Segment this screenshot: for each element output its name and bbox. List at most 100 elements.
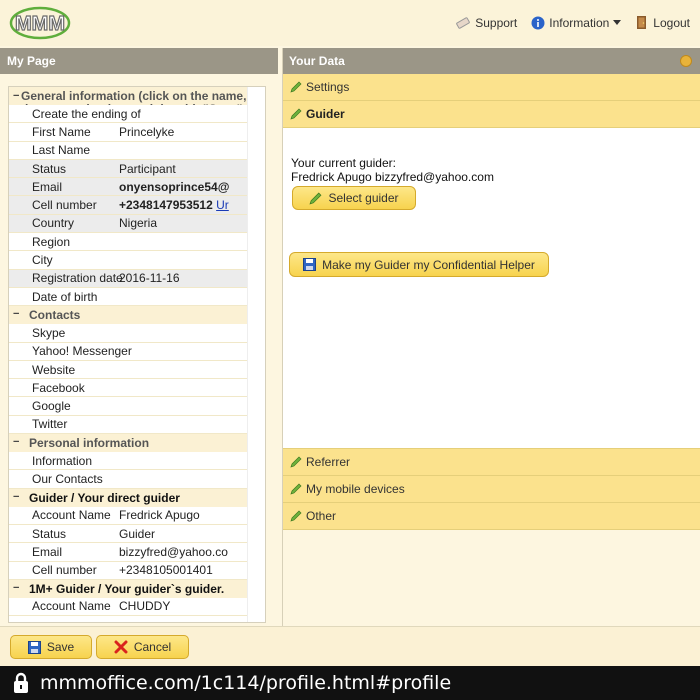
field-row[interactable]: Account Name CHUDDY	[9, 598, 249, 617]
pencil-icon	[290, 456, 302, 468]
field-label: Account Name	[32, 599, 111, 614]
close-icon	[114, 640, 128, 654]
my-page-title: My Page	[0, 48, 278, 74]
save-button[interactable]: Save	[10, 635, 92, 659]
top-nav: Support Information Logout	[455, 15, 690, 30]
field-row[interactable]: City	[9, 251, 249, 270]
collapse-icon[interactable]: −	[13, 582, 29, 594]
field-value[interactable]: Princelyke	[119, 125, 249, 139]
field-value-text: +2348105001401	[119, 563, 213, 578]
field-label: Email	[32, 179, 63, 194]
top-bar: MMM Support Information Logout	[0, 0, 700, 46]
field-label: Yahoo! Messenger	[32, 344, 132, 359]
field-row[interactable]: Information	[9, 452, 249, 471]
pencil-icon	[290, 108, 302, 120]
field-label: Account Name	[32, 508, 111, 523]
section-guider-guider[interactable]: − 1M+ Guider / Your guider`s guider.	[9, 579, 249, 598]
profile-list[interactable]: − General information (click on the name…	[8, 86, 266, 623]
accordion-mobile-devices[interactable]: My mobile devices	[283, 476, 700, 503]
field-value[interactable]: Fredrick Apugo	[119, 508, 249, 522]
field-label: Region	[32, 234, 71, 249]
field-row[interactable]: Last Name	[9, 142, 249, 160]
cancel-button[interactable]: Cancel	[96, 635, 189, 659]
field-row[interactable]: Our Contacts	[9, 470, 249, 489]
field-row[interactable]: Cell number +2348105001401	[9, 562, 249, 580]
collapse-icon[interactable]: −	[13, 308, 29, 320]
field-row[interactable]: Yahoo! Messenger	[9, 343, 249, 361]
field-label: Registration date	[32, 271, 123, 286]
field-row[interactable]: Region	[9, 233, 249, 252]
field-label: Status	[32, 526, 67, 541]
field-row[interactable]: Country Nigeria	[9, 214, 249, 234]
vertical-scrollbar[interactable]	[247, 87, 265, 622]
field-value-text: CHUDDY	[119, 599, 171, 614]
field-label: Facebook	[32, 380, 85, 395]
field-row[interactable]: Website	[9, 361, 249, 380]
section-contacts[interactable]: − Contacts	[9, 306, 249, 325]
field-row[interactable]: Create the ending of	[9, 105, 249, 124]
pencil-icon	[309, 192, 322, 205]
footer-bar: Save Cancel	[0, 626, 700, 666]
field-row[interactable]: Status Guider	[9, 525, 249, 544]
field-value[interactable]: 2016-11-16	[119, 271, 249, 285]
field-row[interactable]: Registration date 2016-11-16	[9, 269, 249, 288]
field-label: Cell number	[32, 198, 97, 213]
field-label: First Name	[32, 124, 91, 139]
field-row[interactable]: Google	[9, 397, 249, 416]
field-value[interactable]: +2348147953512 Ur	[119, 198, 249, 212]
accordion-settings[interactable]: Settings	[283, 74, 700, 101]
accordion-other[interactable]: Other	[283, 503, 700, 530]
collapse-icon[interactable]: −	[13, 90, 21, 103]
section-guider2-heading: 1M+ Guider / Your guider`s guider.	[29, 581, 225, 596]
field-label: Date of birth	[32, 289, 98, 304]
select-guider-button[interactable]: Select guider	[292, 186, 416, 210]
field-row[interactable]: First Name Princelyke	[9, 123, 249, 142]
nav-logout[interactable]: Logout	[635, 15, 690, 30]
info-icon	[531, 16, 545, 29]
current-guider-label: Your current guider:	[291, 156, 396, 170]
accordion-guider[interactable]: Guider	[283, 101, 700, 128]
field-value[interactable]: onyensoprince54@	[119, 180, 249, 194]
field-row[interactable]: Facebook	[9, 379, 249, 398]
collapse-icon[interactable]: −	[13, 491, 29, 503]
select-guider-label: Select guider	[328, 191, 399, 205]
collapse-icon[interactable]: −	[13, 436, 29, 448]
field-value-text: Guider	[119, 526, 156, 541]
field-row[interactable]: Email onyensoprince54@	[9, 178, 249, 197]
field-label: Create the ending of	[32, 106, 141, 121]
field-value[interactable]: bizzyfred@yahoo.co	[119, 545, 249, 559]
field-row[interactable]: Twitter	[9, 416, 249, 435]
nav-information[interactable]: Information	[531, 15, 622, 30]
field-label: Last Name	[32, 143, 91, 158]
field-label: City	[32, 253, 53, 268]
field-value[interactable]: Guider	[119, 527, 249, 541]
field-row[interactable]: Date of birth	[9, 288, 249, 307]
accordion-referrer[interactable]: Referrer	[283, 449, 700, 476]
section-general-information[interactable]: − General information (click on the name…	[9, 87, 249, 105]
section-guider[interactable]: − Guider / Your direct guider	[9, 488, 249, 507]
confidential-helper-button[interactable]: Make my Guider my Confidential Helper	[289, 252, 549, 277]
field-value[interactable]: CHUDDY	[119, 599, 249, 613]
field-value[interactable]: Nigeria	[119, 216, 249, 230]
field-row[interactable]: Status Participant	[9, 159, 249, 179]
save-label: Save	[46, 640, 75, 654]
field-row[interactable]: Account Name Fredrick Apugo	[9, 507, 249, 525]
field-row[interactable]: Email bizzyfred@yahoo.co	[9, 543, 249, 562]
field-row[interactable]: Cell number +2348147953512 Ur	[9, 196, 249, 215]
address-bar[interactable]: mmmoffice.com/1c114/profile.html#profile	[0, 666, 700, 700]
nav-information-label: Information	[549, 15, 610, 30]
field-value[interactable]: +2348105001401	[119, 563, 249, 577]
field-link[interactable]: Ur	[216, 198, 229, 212]
field-value-text: 2016-11-16	[119, 271, 180, 286]
svg-text:MMM: MMM	[15, 13, 65, 35]
field-row[interactable]: Skype	[9, 324, 249, 343]
floppy-disk-icon	[303, 258, 317, 271]
field-value[interactable]: Participant	[119, 162, 249, 176]
field-label: Cell number	[32, 563, 97, 578]
section-personal-information[interactable]: − Personal information	[9, 434, 249, 453]
help-icon[interactable]	[680, 55, 692, 67]
field-label: Email	[32, 544, 63, 559]
field-label: Country	[32, 216, 75, 231]
nav-support[interactable]: Support	[455, 15, 517, 30]
field-value-text: +2348147953512	[119, 198, 213, 213]
